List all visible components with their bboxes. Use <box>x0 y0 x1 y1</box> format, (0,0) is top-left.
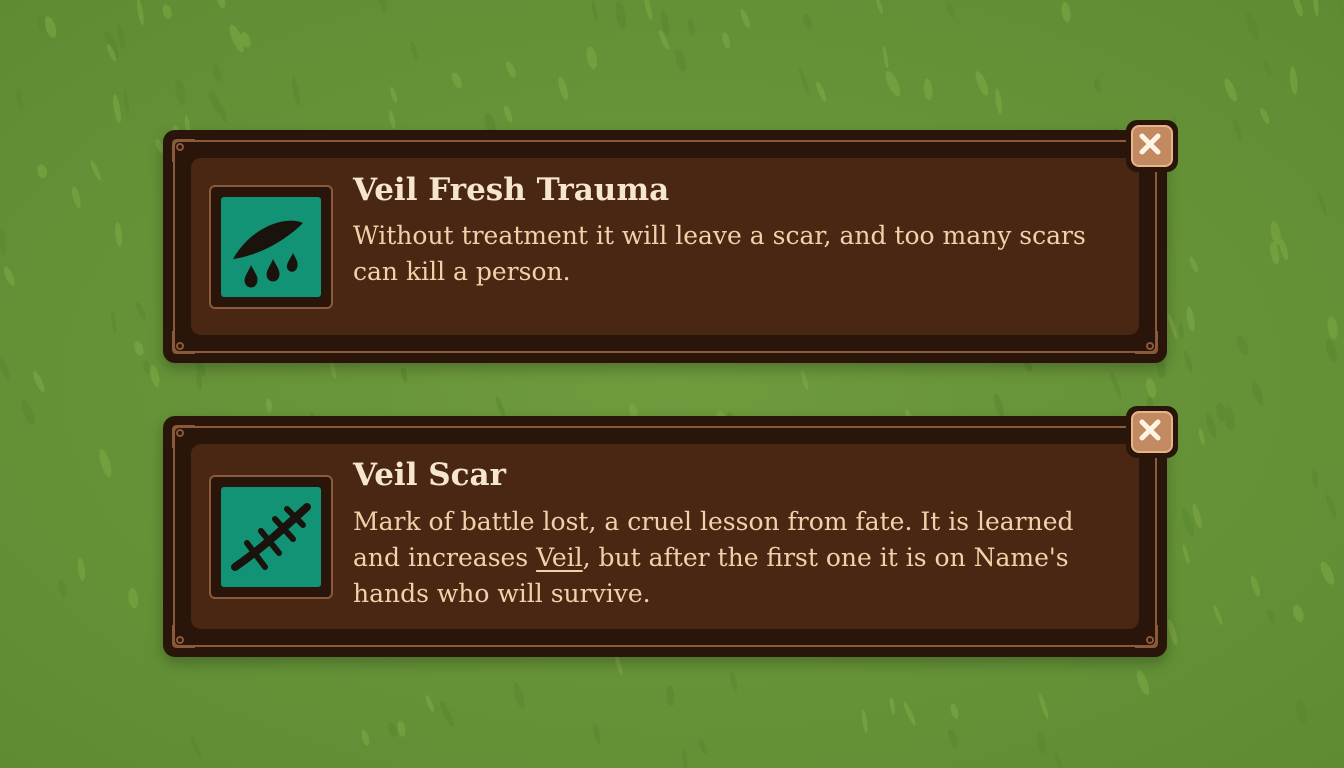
corner-ornament <box>1133 329 1161 357</box>
corner-ornament <box>169 422 197 450</box>
corner-ornament <box>169 623 197 651</box>
close-icon <box>1139 133 1161 155</box>
status-icon-frame <box>209 475 333 599</box>
corner-ornament <box>1133 623 1161 651</box>
status-tooltip-scar: Veil Scar Mark of battle lost, a cruel l… <box>163 416 1167 657</box>
corner-ornament <box>169 329 197 357</box>
keyword-link-veil[interactable]: Veil <box>536 543 583 572</box>
status-icon-frame <box>209 185 333 309</box>
close-button[interactable] <box>1126 406 1178 458</box>
tooltip-description: Mark of battle lost, a cruel lesson from… <box>353 504 1127 612</box>
status-tooltip-fresh-trauma: Veil Fresh Trauma Without treatment it w… <box>163 130 1167 363</box>
tooltip-description: Without treatment it will leave a scar, … <box>353 221 1086 286</box>
tooltip-title: Veil Fresh Trauma <box>353 172 670 208</box>
corner-ornament <box>169 136 197 164</box>
close-icon <box>1139 419 1161 441</box>
stitched-scar-icon <box>221 487 321 587</box>
bleeding-wound-icon <box>221 197 321 297</box>
close-button[interactable] <box>1126 120 1178 172</box>
tooltip-title: Veil Scar <box>353 457 506 493</box>
